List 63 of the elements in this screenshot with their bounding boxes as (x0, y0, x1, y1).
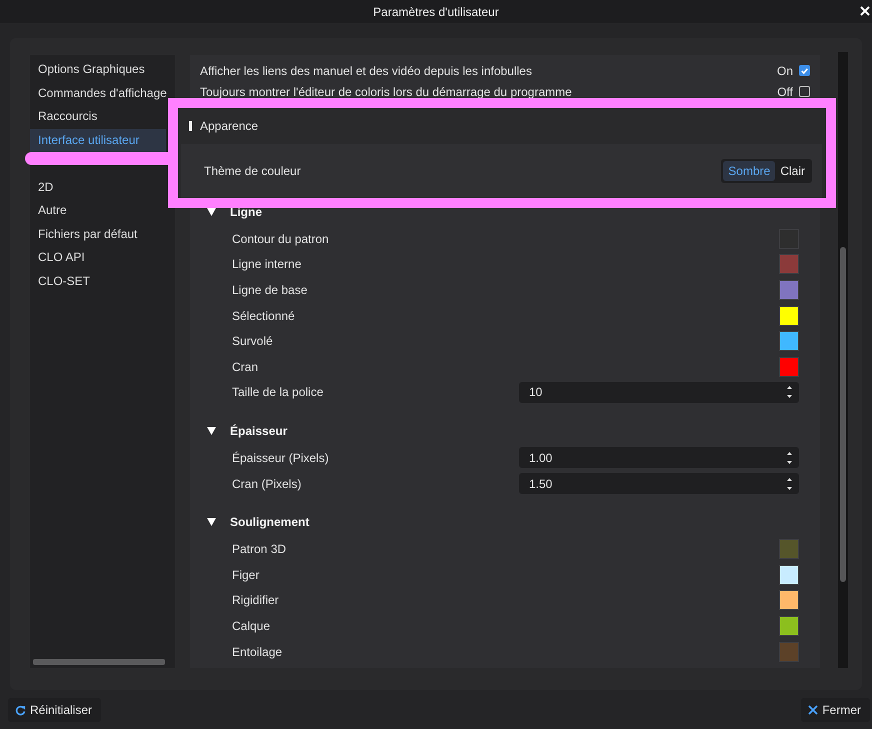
color-swatch[interactable] (779, 254, 799, 274)
checkbox[interactable] (799, 86, 810, 97)
color-swatch[interactable] (779, 280, 799, 300)
close-button[interactable]: Fermer (801, 698, 870, 722)
sidebar-item[interactable]: Raccourcis (30, 105, 166, 128)
spin-arrows-icon[interactable] (786, 450, 793, 465)
setting-label: Survolé (232, 334, 274, 348)
refresh-icon (15, 704, 26, 716)
setting-label: Épaisseur (Pixels) (232, 450, 330, 465)
option-state: On (776, 64, 793, 78)
vertical-scrollbar[interactable] (838, 52, 848, 668)
sidebar-item[interactable]: Fichiers par défaut (30, 222, 166, 246)
section-title: Apparence (200, 119, 258, 133)
window-title: Paramètres d'utilisateur (373, 4, 499, 18)
option-label: Afficher les liens des manuel et des vidéo depuis les infobulles (200, 64, 533, 78)
number-field[interactable]: 10 (519, 382, 799, 403)
color-swatch[interactable] (779, 616, 799, 636)
close-icon[interactable] (860, 6, 870, 16)
section-title: Ligne (230, 205, 262, 219)
setting-label: Thème de couleur (204, 164, 302, 178)
number-field[interactable]: 1.50 (519, 473, 799, 494)
theme-option[interactable]: Sombre (723, 161, 776, 181)
section-title: Épaisseur (230, 424, 288, 438)
section-title: Soulignement (230, 515, 310, 530)
setting-label: Cran (232, 360, 260, 374)
spin-arrows-icon[interactable] (786, 385, 793, 400)
color-swatch[interactable] (779, 590, 799, 610)
setting-label: Sélectionné (232, 308, 296, 323)
theme-option[interactable]: Clair (775, 161, 810, 181)
option-label: Toujours montrer l'éditeur de coloris lors du démarrage du programme (200, 84, 573, 98)
setting-label: Calque (232, 618, 272, 633)
setting-label: Taille de la police (232, 385, 324, 400)
option-state: Off (777, 84, 793, 98)
color-swatch[interactable] (779, 306, 799, 326)
setting-label: Ligne interne (232, 257, 302, 272)
setting-label: Rigidifier (232, 593, 280, 608)
setting-label: Patron 3D (232, 542, 288, 556)
color-swatch[interactable] (779, 642, 799, 662)
setting-label: Contour du patron (232, 232, 330, 246)
sidebar-item[interactable]: CLO-SET (30, 270, 166, 293)
sidebar-item[interactable]: Interface utilisateur (30, 128, 166, 152)
setting-label: Ligne de base (232, 282, 308, 297)
setting-label: Entoilage (232, 644, 284, 659)
horizontal-scrollbar[interactable] (33, 659, 165, 665)
sidebar-item[interactable]: Options Graphiques (30, 58, 166, 82)
close-icon (808, 705, 818, 715)
setting-label: Figer (232, 568, 260, 582)
sidebar-item[interactable]: 2D (30, 176, 166, 199)
collapse-triangle-icon[interactable] (207, 208, 216, 216)
spin-arrows-icon[interactable] (786, 476, 793, 491)
sidebar-item[interactable]: Autre (30, 199, 166, 222)
color-swatch[interactable] (779, 539, 799, 560)
checkbox[interactable] (799, 65, 810, 76)
setting-label: Cran (Pixels) (232, 476, 302, 491)
collapse-triangle-icon[interactable] (207, 518, 216, 526)
color-swatch[interactable] (779, 356, 799, 377)
color-swatch[interactable] (779, 331, 799, 352)
sidebar-item[interactable]: CLO API (30, 246, 166, 270)
color-swatch[interactable] (779, 564, 799, 585)
sidebar-item[interactable]: Commandes d'affichage (30, 82, 166, 105)
number-field[interactable]: 1.00 (519, 447, 799, 468)
collapse-triangle-icon[interactable] (207, 427, 216, 436)
reset-button[interactable]: Réinitialiser (8, 698, 102, 722)
